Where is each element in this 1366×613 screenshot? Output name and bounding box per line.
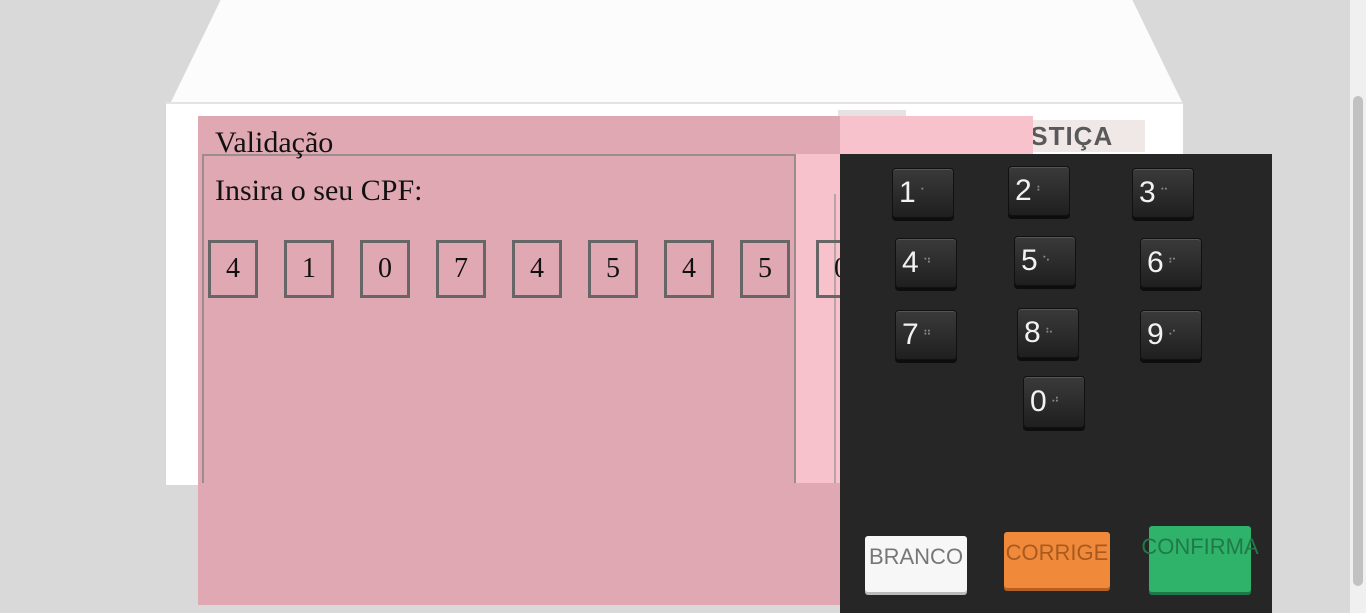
cpf-digit-box: 0 xyxy=(816,240,840,298)
cpf-digit-box: 0 xyxy=(360,240,410,298)
urn-top xyxy=(170,0,1183,104)
key-1[interactable]: 1 ⠁ xyxy=(892,168,954,218)
cpf-digits: 4 1 0 7 4 5 4 5 0 xyxy=(208,240,840,302)
key-2[interactable]: 2 ⠃ xyxy=(1008,166,1070,216)
cpf-digit-box: 1 xyxy=(284,240,334,298)
cpf-digit-box: 5 xyxy=(588,240,638,298)
confirma-button[interactable]: CONFIRMA xyxy=(1141,526,1259,592)
key-7[interactable]: 7 ⠛ xyxy=(895,310,957,360)
scrollbar-thumb[interactable] xyxy=(1353,96,1363,586)
cpf-digit-box: 5 xyxy=(740,240,790,298)
page-title: Validação xyxy=(215,126,334,159)
page-scrollbar[interactable] xyxy=(1350,0,1366,613)
voting-keypad: 1 ⠁ 2 ⠃ 3 ⠉ 4 ⠙ 5 ⠑ 6 ⠋ 7 ⠛ 8 ⠓ 9 ⠊ 0 ⠚ BRANCO COR… xyxy=(840,154,1272,613)
key-4[interactable]: 4 ⠙ xyxy=(895,238,957,288)
cpf-digit-box: 7 xyxy=(436,240,486,298)
key-8[interactable]: 8 ⠓ xyxy=(1017,308,1079,358)
key-5[interactable]: 5 ⠑ xyxy=(1014,236,1076,286)
corrige-button[interactable]: CORRIGE xyxy=(1004,532,1110,588)
key-6[interactable]: 6 ⠋ xyxy=(1140,238,1202,288)
branco-button[interactable]: BRANCO xyxy=(865,536,967,592)
cpf-digit-box: 4 xyxy=(512,240,562,298)
cpf-digit-box: 4 xyxy=(664,240,714,298)
screen-right-strip xyxy=(796,154,840,483)
key-0[interactable]: 0 ⠚ xyxy=(1023,376,1085,428)
key-9[interactable]: 9 ⠊ xyxy=(1140,310,1202,360)
cpf-digit-box: 4 xyxy=(208,240,258,298)
key-3[interactable]: 3 ⠉ xyxy=(1132,168,1194,218)
cpf-prompt: Insira o seu CPF: xyxy=(215,174,423,207)
